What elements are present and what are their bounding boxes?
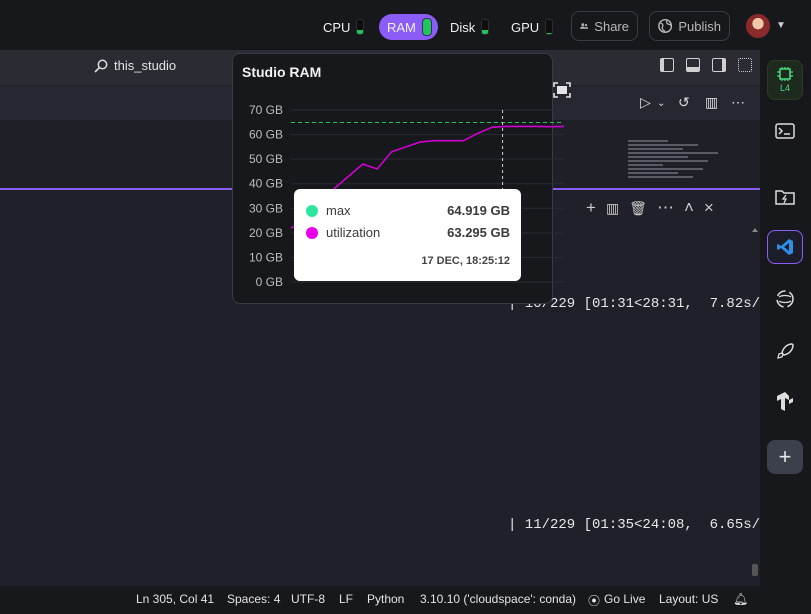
folder-icon xyxy=(775,190,795,205)
terminal-toolbar: + ▥ 🗑 ⋯ ˄ × xyxy=(586,198,714,218)
fullscreen-icon[interactable] xyxy=(553,82,571,98)
encoding[interactable]: UTF-8 xyxy=(291,592,325,606)
gpu-indicator[interactable]: GPU xyxy=(511,14,554,40)
end-of-line[interactable]: LF xyxy=(339,592,353,606)
tooltip-timestamp: 17 DEC, 18:25:12 xyxy=(421,255,510,267)
close-panel-icon[interactable]: × xyxy=(704,198,714,218)
search-icon xyxy=(94,59,108,73)
utilization-label: utilization xyxy=(326,225,381,240)
ram-meter xyxy=(421,18,432,36)
indentation[interactable]: Spaces: 4 xyxy=(227,592,280,606)
share-button[interactable]: Share xyxy=(571,11,638,41)
toggle-left-panel-icon[interactable] xyxy=(660,58,674,72)
cpu-indicator[interactable]: CPU xyxy=(323,14,365,40)
vscode-button[interactable] xyxy=(767,230,803,264)
terminal-icon xyxy=(775,123,795,139)
go-live-button[interactable]: ⦿ Go Live xyxy=(588,592,645,609)
rocket-icon xyxy=(777,343,794,359)
disk-indicator[interactable]: Disk xyxy=(450,14,490,40)
cpu-label: CPU xyxy=(323,19,351,35)
ram-label: RAM xyxy=(387,19,416,35)
split-editor-icon[interactable]: ▥ xyxy=(705,94,718,111)
keyboard-layout[interactable]: Layout: US xyxy=(659,592,718,606)
more-actions-icon[interactable]: ⋯ xyxy=(731,94,745,111)
tensorflow-icon xyxy=(777,392,793,411)
chevron-down-icon[interactable]: ▼ xyxy=(776,20,786,31)
gpu-machine-button[interactable]: L4 xyxy=(767,60,803,100)
tooltip-row-utilization: utilization 63.295 GB xyxy=(306,225,510,240)
publish-label: Publish xyxy=(678,18,721,34)
max-label: max xyxy=(326,203,351,218)
jupyter-icon xyxy=(776,290,794,308)
python-interpreter[interactable]: 3.10.10 ('cloudspace': conda) xyxy=(420,592,576,606)
language-mode[interactable]: Python xyxy=(367,592,404,606)
broadcast-icon: ⦿ xyxy=(588,594,601,608)
layout-toggles xyxy=(660,58,752,72)
toggle-right-panel-icon[interactable] xyxy=(712,58,726,72)
toggle-bottom-panel-icon[interactable] xyxy=(686,58,700,72)
run-icon[interactable]: ▷ xyxy=(640,94,651,111)
bell-icon[interactable]: 🔔︎ xyxy=(733,592,748,606)
utilization-value: 63.295 GB xyxy=(447,225,510,240)
terminal-line: | 11/229 [01:35<24:08, 6.65s/it] xyxy=(508,517,786,533)
status-bar: Ln 305, Col 41 Spaces: 4 UTF-8 LF Python… xyxy=(0,586,811,614)
run-options-chevron-icon[interactable]: ⌄ xyxy=(657,98,665,109)
new-terminal-icon[interactable]: + xyxy=(586,198,596,218)
publish-button[interactable]: Publish xyxy=(649,11,730,41)
share-label: Share xyxy=(594,18,629,34)
split-terminal-icon[interactable]: ▥ xyxy=(606,200,619,218)
cursor-position[interactable]: Ln 305, Col 41 xyxy=(136,592,214,606)
terminal-scrollbar[interactable] xyxy=(752,228,758,580)
max-value: 64.919 GB xyxy=(447,203,510,218)
customize-layout-icon[interactable] xyxy=(738,58,752,72)
plus-icon: + xyxy=(778,444,792,469)
tooltip-row-max: max 64.919 GB xyxy=(306,203,510,218)
people-icon xyxy=(580,23,589,29)
add-app-button[interactable]: + xyxy=(767,440,803,474)
jupyter-button[interactable] xyxy=(767,282,803,316)
disk-meter xyxy=(481,19,490,35)
gpu-badge-label: L4 xyxy=(779,83,790,93)
deploy-button[interactable] xyxy=(767,334,803,368)
avatar[interactable] xyxy=(746,14,770,38)
minimap[interactable] xyxy=(628,138,748,188)
max-swatch xyxy=(306,204,318,217)
more-icon[interactable]: ⋯ xyxy=(657,198,674,218)
popup-title: Studio RAM xyxy=(242,64,322,80)
maximize-panel-icon[interactable]: ˄ xyxy=(684,198,694,218)
history-icon[interactable]: ↺ xyxy=(678,94,690,111)
chip-icon xyxy=(777,67,793,81)
workspace-search-label: this_studio xyxy=(114,58,177,73)
cpu-meter xyxy=(356,19,365,35)
globe-icon xyxy=(658,18,673,34)
tensorflow-button[interactable] xyxy=(767,384,803,418)
disk-label: Disk xyxy=(450,19,476,35)
trash-icon[interactable]: 🗑 xyxy=(629,200,647,218)
workspace-search[interactable]: this_studio xyxy=(94,58,176,73)
terminal-app-button[interactable] xyxy=(767,114,803,148)
utilization-swatch xyxy=(306,226,318,239)
go-live-label: Go Live xyxy=(604,592,646,606)
gpu-label: GPU xyxy=(511,19,540,35)
vscode-icon xyxy=(777,239,793,255)
gpu-meter xyxy=(545,19,554,35)
ram-indicator[interactable]: RAM xyxy=(379,14,438,40)
chart-tooltip: max 64.919 GB utilization 63.295 GB 17 D… xyxy=(294,189,521,281)
file-transfer-button[interactable] xyxy=(767,180,803,214)
